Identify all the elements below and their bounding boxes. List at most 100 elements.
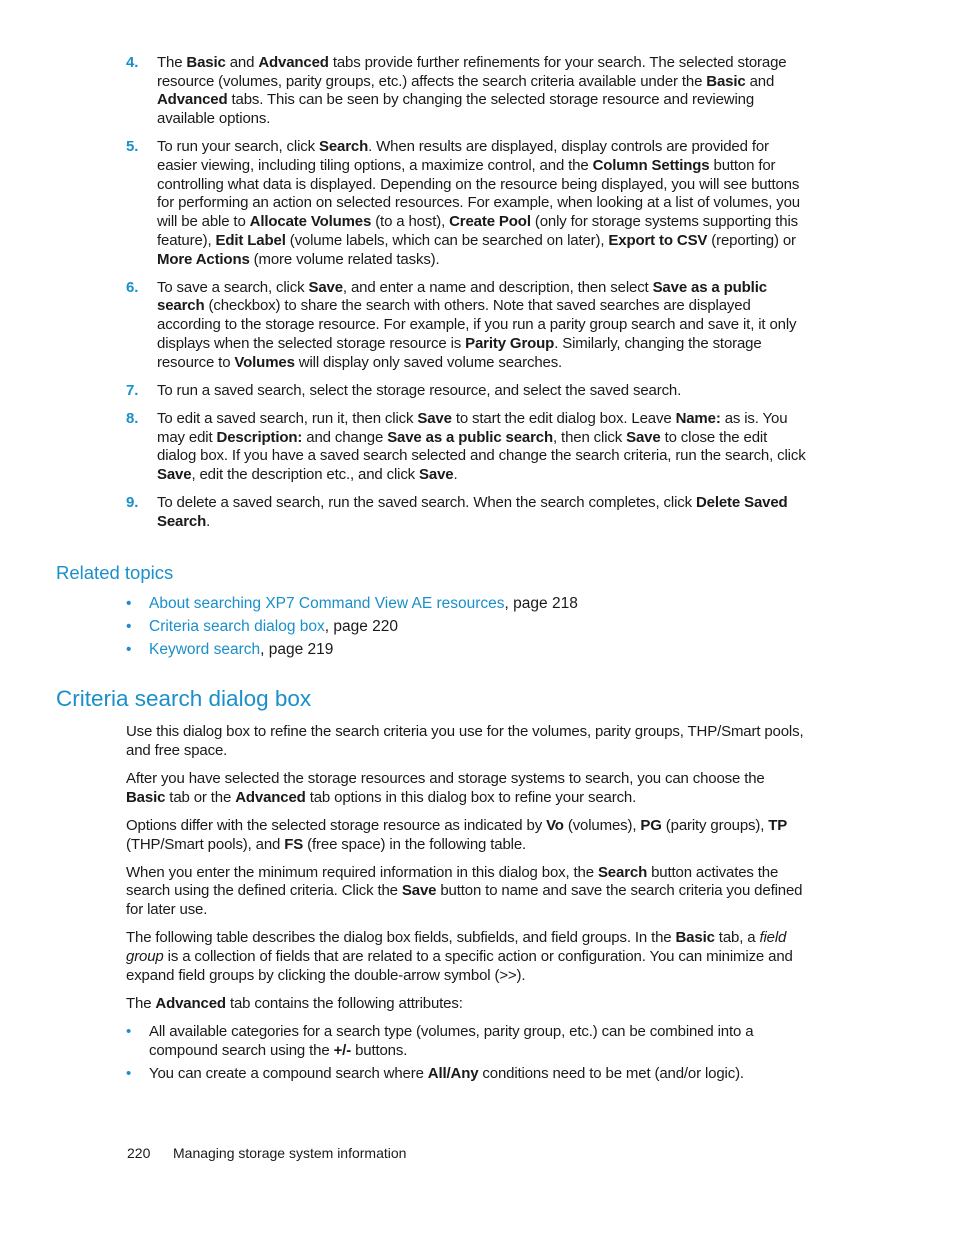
step-number: 4. bbox=[126, 54, 139, 71]
bullet-icon: • bbox=[126, 1023, 132, 1041]
bold-term: Allocate Volumes bbox=[249, 213, 372, 231]
related-topic-item: • About searching XP7 Command View AE re… bbox=[126, 594, 578, 617]
step-text: To run a saved search, select the storag… bbox=[157, 382, 681, 399]
text-run: tab, a bbox=[714, 929, 760, 947]
bold-term: Advanced bbox=[157, 91, 228, 109]
attribute-text: All available categories for a search ty… bbox=[149, 1023, 754, 1059]
bold-term: Export to CSV bbox=[608, 231, 708, 249]
related-link-keyword-search[interactable]: Keyword search bbox=[149, 641, 260, 658]
bold-term: Save bbox=[308, 278, 343, 296]
text-run: (parity groups), bbox=[661, 816, 769, 834]
bold-term: Save as a public search bbox=[387, 428, 554, 446]
text-run: . bbox=[206, 512, 211, 530]
text-run: will display only saved volume searches. bbox=[294, 353, 563, 371]
page-reference: , page 218 bbox=[504, 595, 578, 612]
step-text: To delete a saved search, run the saved … bbox=[157, 494, 788, 530]
bold-term: Save bbox=[401, 882, 437, 900]
bold-term: Save bbox=[417, 409, 452, 427]
step-text: To edit a saved search, run it, then cli… bbox=[157, 410, 806, 483]
text-run: tabs. This can be seen by changing the s… bbox=[157, 91, 755, 128]
text-run: (volume labels, which can be searched on… bbox=[285, 231, 609, 249]
step-text: The Basic and Advanced tabs provide furt… bbox=[157, 54, 787, 128]
bold-term: Description: bbox=[216, 428, 303, 446]
bold-term: All/Any bbox=[427, 1065, 479, 1083]
chapter-title: Managing storage system information bbox=[173, 1145, 407, 1161]
step-number: 8. bbox=[126, 409, 139, 427]
text-run: To run your search, click bbox=[157, 138, 319, 156]
text-run: (more volume related tasks). bbox=[249, 250, 440, 268]
text-run: (to a host), bbox=[371, 213, 450, 231]
bold-term: PG bbox=[640, 816, 662, 834]
text-run: Options differ with the selected storage… bbox=[126, 816, 547, 834]
bold-term: FS bbox=[284, 835, 304, 853]
attribute-text: You can create a compound search where A… bbox=[149, 1065, 744, 1082]
text-run: buttons. bbox=[351, 1041, 408, 1059]
related-link-criteria-search[interactable]: Criteria search dialog box bbox=[149, 618, 325, 635]
text-run: (volumes), bbox=[563, 816, 641, 834]
paragraph: When you enter the minimum required info… bbox=[126, 864, 806, 920]
related-topics-heading: Related topics bbox=[56, 562, 174, 583]
bold-term: Save bbox=[157, 466, 192, 484]
bold-term: Column Settings bbox=[592, 157, 710, 175]
bold-term: Name: bbox=[675, 409, 721, 427]
paragraph: Options differ with the selected storage… bbox=[126, 817, 806, 854]
page-footer: 220 Managing storage system information bbox=[127, 1145, 406, 1161]
step-number: 9. bbox=[126, 494, 139, 512]
related-link-about-searching[interactable]: About searching XP7 Command View AE reso… bbox=[149, 595, 505, 612]
bold-term: Vo bbox=[546, 816, 564, 834]
text-run: and change bbox=[302, 428, 388, 446]
paragraph: After you have selected the storage reso… bbox=[126, 770, 806, 807]
bold-term: Edit Label bbox=[215, 231, 286, 249]
step-number: 5. bbox=[126, 138, 139, 156]
step-item: 6. To save a search, click Save, and ente… bbox=[126, 279, 806, 373]
text-run: tab options in this dialog box to refine… bbox=[305, 788, 637, 806]
bold-term: Volumes bbox=[234, 353, 295, 371]
step-text: To save a search, click Save, and enter … bbox=[157, 278, 797, 371]
attribute-item: • You can create a compound search where … bbox=[126, 1065, 806, 1084]
bold-term: Create Pool bbox=[449, 213, 531, 231]
page-reference: , page 220 bbox=[324, 618, 399, 635]
text-run: , then click bbox=[553, 428, 627, 446]
bold-term: Basic bbox=[126, 788, 166, 806]
text-run: The following table describes the dialog… bbox=[126, 929, 676, 947]
text-run: To run a saved search, select the storag… bbox=[157, 381, 682, 399]
bullet-icon: • bbox=[126, 595, 132, 612]
step-item: 9. To delete a saved search, run the save… bbox=[126, 494, 806, 531]
page-number: 220 bbox=[127, 1145, 151, 1161]
bold-term: Basic bbox=[706, 72, 746, 90]
step-number: 7. bbox=[126, 381, 139, 399]
text-run: The bbox=[126, 994, 156, 1012]
text-run: and bbox=[745, 72, 775, 90]
bold-term: Save bbox=[419, 466, 454, 484]
text-run: conditions need to be met (and/or logic)… bbox=[478, 1065, 744, 1083]
step-item: 8. To edit a saved search, run it, then c… bbox=[126, 410, 806, 485]
step-number: 6. bbox=[126, 278, 139, 296]
paragraph: Use this dialog box to refine the search… bbox=[126, 723, 806, 760]
text-run: To delete a saved search, run the saved … bbox=[157, 494, 696, 512]
bold-term: Advanced bbox=[258, 54, 329, 71]
text-run: (reporting) or bbox=[707, 231, 796, 249]
bold-term: Search bbox=[319, 138, 369, 156]
text-run: , and enter a name and description, then… bbox=[342, 278, 653, 296]
paragraph: The Advanced tab contains the following … bbox=[126, 995, 806, 1014]
text-run: (free space) in the following table. bbox=[303, 835, 527, 853]
text-run: (THP/Smart pools), and bbox=[126, 835, 285, 853]
bold-term: More Actions bbox=[157, 250, 250, 268]
bold-term: Parity Group bbox=[465, 334, 555, 352]
text-run: . bbox=[453, 466, 458, 484]
paragraph: The following table describes the dialog… bbox=[126, 929, 806, 985]
text-run: You can create a compound search where bbox=[149, 1065, 428, 1083]
bold-term: Advanced bbox=[155, 994, 226, 1012]
text-run: tab contains the following attributes: bbox=[225, 994, 463, 1012]
text-run: The bbox=[157, 54, 187, 71]
bold-term: Search bbox=[597, 863, 648, 881]
step-item: 5. To run your search, click Search. When… bbox=[126, 138, 806, 269]
bold-term: Basic bbox=[675, 929, 715, 947]
text-run: is a collection of fields that are relat… bbox=[126, 948, 793, 984]
text-run: To edit a saved search, run it, then cli… bbox=[157, 409, 418, 427]
document-page: 4. The Basic and Advanced tabs provide fu… bbox=[0, 0, 954, 1235]
step-item: 4. The Basic and Advanced tabs provide fu… bbox=[126, 54, 806, 129]
text-run: Use this dialog box to refine the search… bbox=[126, 723, 804, 759]
bold-term: Advanced bbox=[235, 788, 306, 806]
bullet-icon: • bbox=[126, 641, 132, 658]
